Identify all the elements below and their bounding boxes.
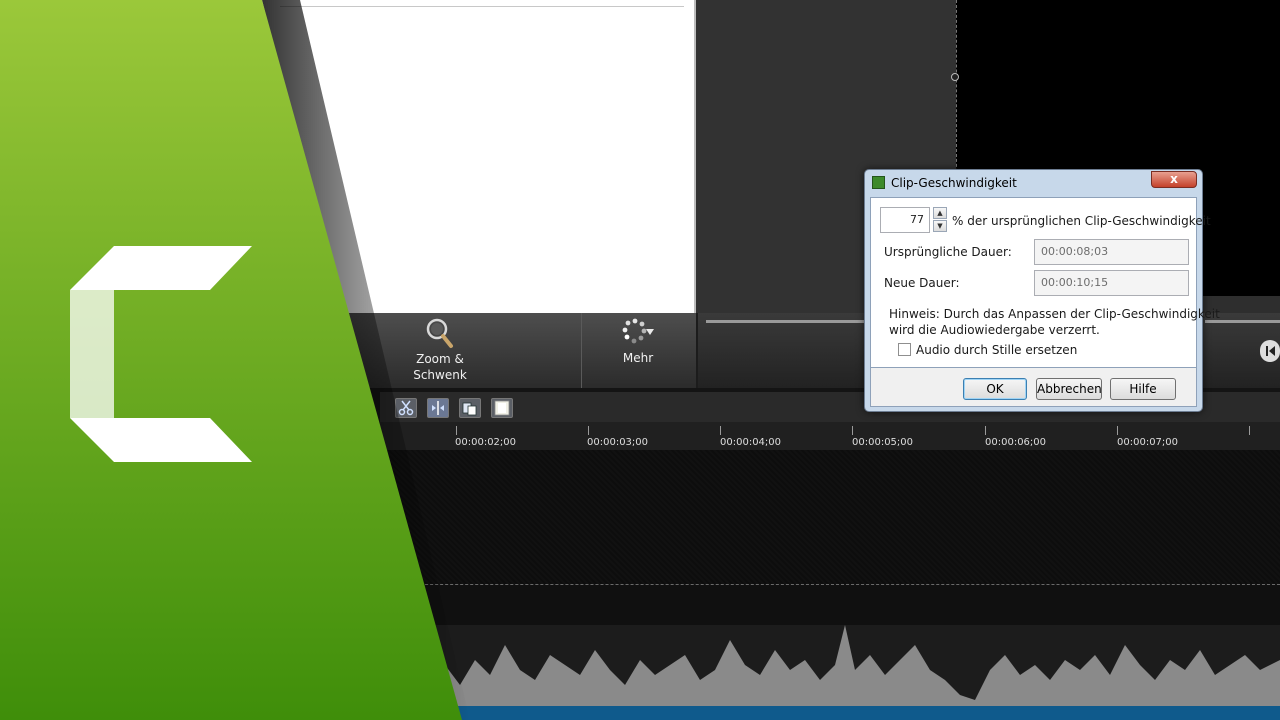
hint-line-1: Hinweis: Durch das Anpassen der Clip-Ges… [889,307,1220,321]
dialog-title: Clip-Geschwindigkeit [891,176,1017,190]
new-duration-field: 00:00:10;15 [1034,270,1189,296]
clip-speed-dialog: Clip-Geschwindigkeit x 77 ▲ ▼ % der ursp… [864,169,1220,412]
timeline-ruler[interactable]: 00:00:02;00 00:00:03;00 00:00:04;00 00:0… [380,422,1280,451]
ruler-label: 00:00:05;00 [852,437,914,448]
paste-button[interactable] [491,398,513,418]
brand-overlay [0,0,470,720]
camtasia-app-icon [872,176,885,189]
speed-suffix-label: % der ursprünglichen Clip-Geschwindigkei… [952,214,1211,228]
new-duration-label: Neue Dauer: [884,276,960,290]
original-duration-field: 00:00:08;03 [1034,239,1189,265]
cancel-button[interactable]: Abbrechen [1036,378,1102,400]
close-icon: x [1170,172,1178,186]
original-duration-label: Ursprüngliche Dauer: [884,245,1012,259]
previous-clip-button[interactable] [1260,340,1280,362]
close-button[interactable]: x [1151,171,1197,188]
replace-audio-checkbox[interactable] [898,343,911,356]
ruler-label: 00:00:06;00 [985,437,1047,448]
speed-percent-input[interactable]: 77 [880,207,930,233]
ok-button[interactable]: OK [963,378,1027,400]
ruler-label: 00:00:07;00 [1117,437,1179,448]
replace-audio-label[interactable]: Audio durch Stille ersetzen [916,343,1077,357]
ruler-label: 00:00:04;00 [720,437,782,448]
timeline-track-2[interactable] [380,585,1280,625]
help-button[interactable]: Hilfe [1110,378,1176,400]
hint-line-2: wird die Audiowiedergabe verzerrt. [889,323,1100,337]
paste-icon [494,400,510,416]
spin-up-button[interactable]: ▲ [933,207,947,219]
more-label: Mehr [622,351,654,365]
ruler-label: 00:00:03;00 [587,437,649,448]
playback-scrubber[interactable] [706,320,876,323]
dialog-body: 77 ▲ ▼ % der ursprünglichen Clip-Geschwi… [870,197,1220,368]
more-tools-button[interactable]: Mehr [581,313,694,388]
spin-down-button[interactable]: ▼ [933,220,947,232]
more-spinner-icon [621,317,655,351]
audio-waveform [380,625,1280,710]
canvas-resize-handle[interactable] [951,73,959,81]
timeline-track-1[interactable] [380,450,1280,584]
audio-clip-bar [380,706,1280,720]
skip-back-icon [1266,346,1275,356]
